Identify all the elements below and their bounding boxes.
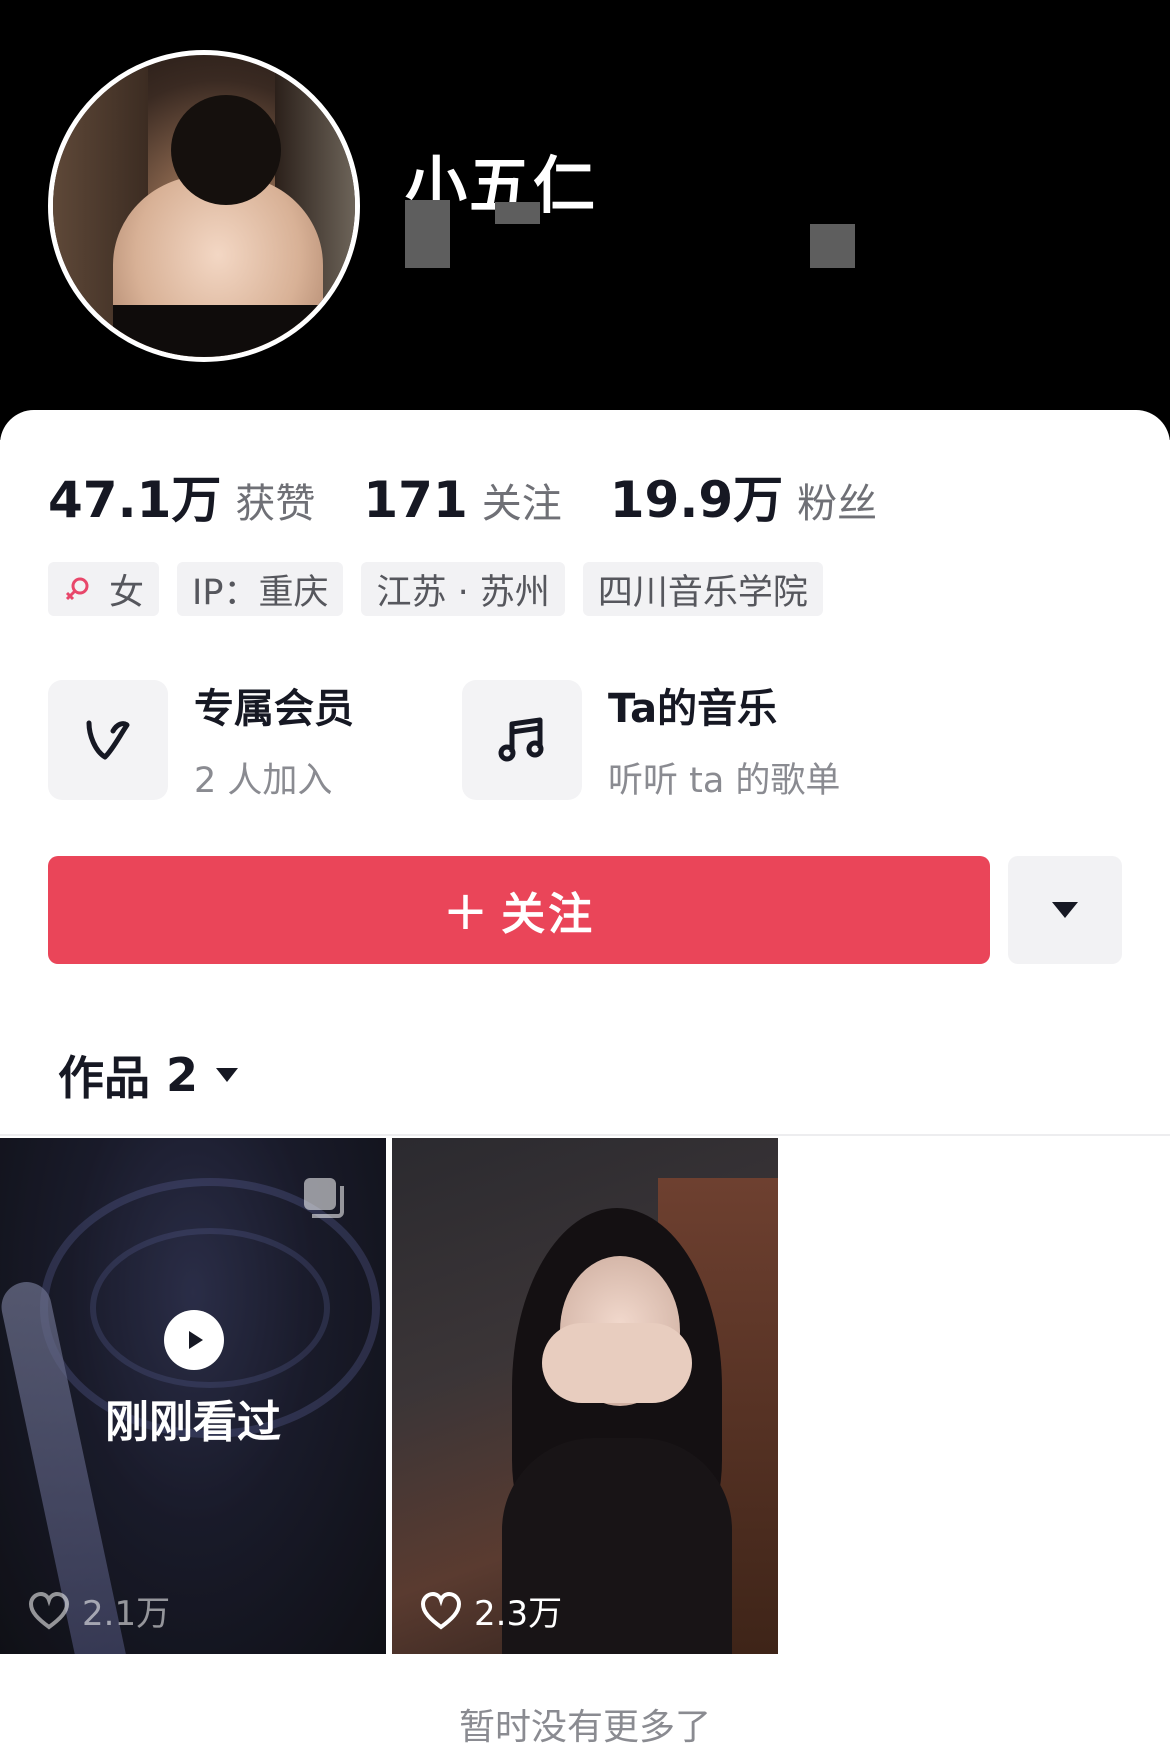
membership-v-icon [48, 679, 168, 800]
heart-icon [420, 1591, 462, 1629]
redacted-block [405, 200, 450, 268]
like-count-value: 2.3万 [474, 1594, 563, 1634]
more-options-button[interactable] [1008, 856, 1122, 964]
stat-label: 粉丝 [797, 481, 878, 527]
triangle-down-icon [216, 1068, 239, 1082]
works-count: 2 [166, 1048, 199, 1102]
stat-likes[interactable]: 47.1万 获赞 [48, 460, 315, 532]
plus-icon: + [442, 878, 492, 942]
stat-value: 19.9万 [609, 471, 784, 529]
tag-row: 女 IP：重庆 江苏 · 苏州 四川音乐学院 [48, 562, 841, 616]
avatar[interactable] [48, 50, 360, 362]
redacted-block [810, 224, 855, 268]
works-tab-label: 作品 [58, 1051, 150, 1105]
female-icon [65, 577, 89, 601]
no-more-footer: 暂时没有更多了 [458, 1707, 711, 1748]
triangle-down-icon [1052, 902, 1078, 918]
stat-value: 47.1万 [48, 471, 222, 529]
tag-location: 江苏 · 苏州 [361, 562, 565, 616]
stat-followers[interactable]: 19.9万 粉丝 [610, 460, 877, 532]
music-note-icon [462, 679, 582, 800]
works-grid: 刚刚看过 2.1万 2.3万 [0, 1138, 784, 1654]
header-decoration [624, 0, 816, 84]
like-count: 2.3万 [420, 1586, 562, 1635]
divider [0, 1134, 1170, 1136]
profile-page: 小五仁 47.1万 获赞 171 关注 19.9万 粉丝 女 IP：重庆 江苏 … [0, 0, 1170, 1762]
profile-header: 小五仁 [0, 0, 1170, 440]
redacted-block [495, 202, 540, 224]
like-count-value: 2.1万 [82, 1594, 171, 1634]
stat-following[interactable]: 171 关注 [363, 471, 561, 529]
tag-ip: IP：重庆 [177, 562, 344, 616]
membership-subtitle: 2 人加入 [194, 761, 333, 801]
follow-button[interactable]: + 关注 [48, 856, 990, 964]
stats-row: 47.1万 获赞 171 关注 19.9万 粉丝 [48, 460, 925, 529]
like-count: 2.1万 [28, 1586, 170, 1635]
feature-row: 专属会员 2 人加入 Ta的音乐 听听 ta 的歌单 [48, 676, 876, 803]
follow-button-label: 关注 [501, 889, 596, 940]
music-card[interactable]: Ta的音乐 听听 ta 的歌单 [462, 676, 876, 803]
membership-title: 专属会员 [194, 686, 354, 732]
tab-works[interactable]: 作品 2 [58, 1042, 240, 1108]
stat-label: 获赞 [235, 481, 316, 527]
music-subtitle: 听听 ta 的歌单 [608, 761, 841, 801]
video-thumbnail[interactable]: 刚刚看过 2.1万 [0, 1138, 386, 1654]
profile-card: 47.1万 获赞 171 关注 19.9万 粉丝 女 IP：重庆 江苏 · 苏州… [0, 410, 1170, 1762]
tag-school[interactable]: 四川音乐学院 [582, 562, 823, 616]
tag-gender: 女 [48, 562, 160, 616]
stat-value: 171 [363, 471, 468, 529]
membership-card[interactable]: 专属会员 2 人加入 [48, 676, 462, 803]
music-title: Ta的音乐 [608, 686, 778, 732]
multi-image-icon [304, 1178, 344, 1218]
heart-icon [28, 1591, 70, 1629]
tag-gender-label: 女 [109, 572, 145, 613]
play-icon [164, 1310, 224, 1370]
recently-watched-label: 刚刚看过 [105, 1397, 281, 1448]
video-thumbnail[interactable]: 2.3万 [392, 1138, 778, 1654]
stat-label: 关注 [481, 481, 562, 527]
